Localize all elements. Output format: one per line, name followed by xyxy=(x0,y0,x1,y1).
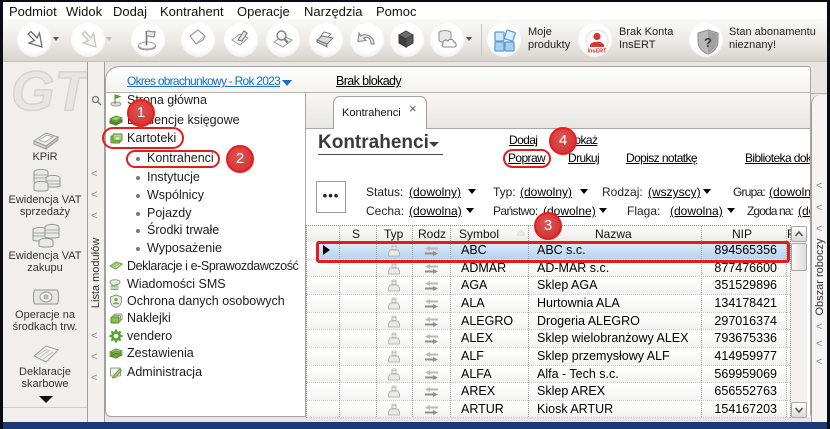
svg-text:GT: GT xyxy=(11,64,87,116)
svg-text:?: ? xyxy=(704,35,712,50)
svg-text:InsERT: InsERT xyxy=(588,49,608,55)
svg-text:SMS: SMS xyxy=(111,286,119,290)
